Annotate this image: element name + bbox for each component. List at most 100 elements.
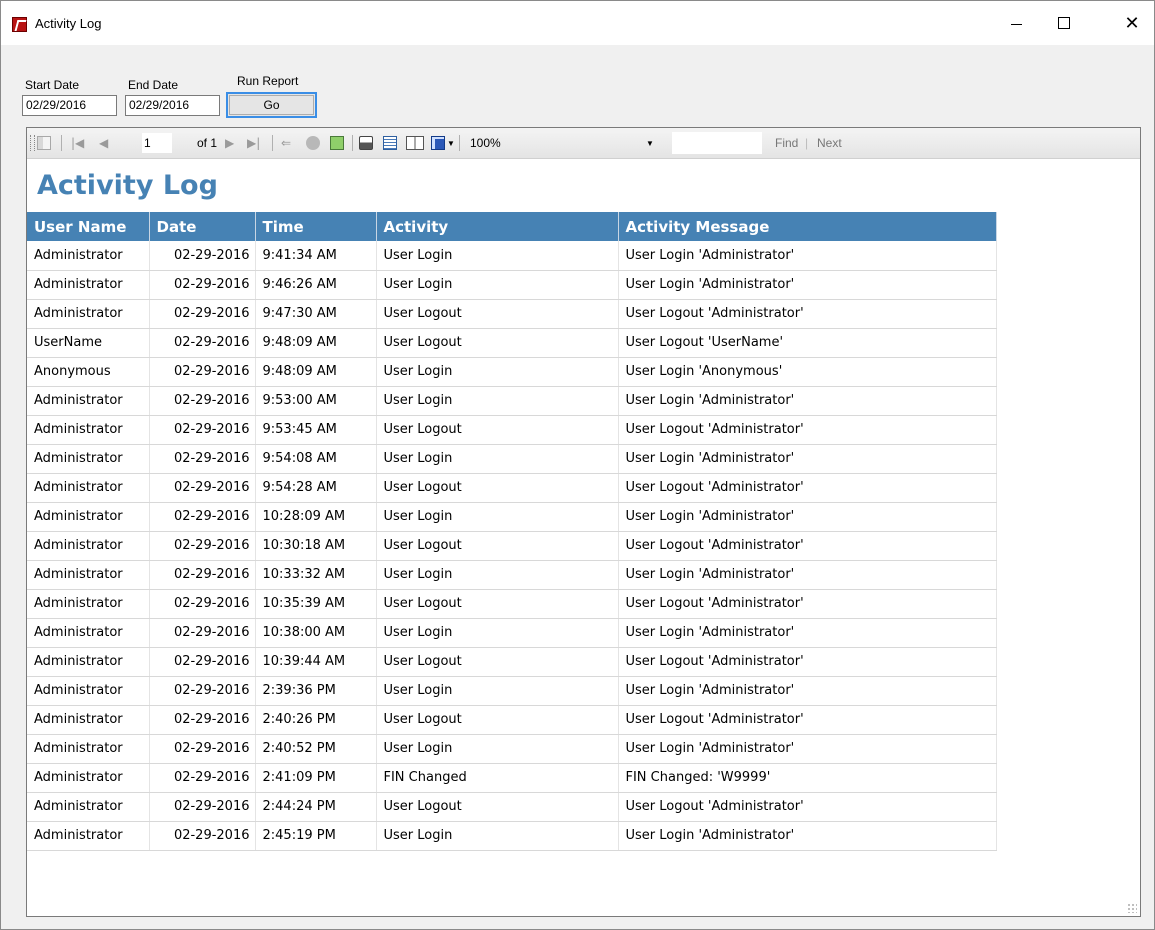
refresh-icon — [330, 136, 344, 150]
cell-time: 2:44:24 PM — [255, 792, 377, 822]
table-row: Administrator 02-29-2016 10:38:00 AM User L… — [27, 618, 997, 648]
back-button[interactable]: ⇐ — [281, 135, 291, 151]
last-page-button[interactable]: ▶| — [247, 135, 260, 151]
zoom-dropdown-button[interactable]: ▼ — [646, 135, 654, 151]
cell-date: 02-29-2016 — [149, 270, 256, 300]
end-date-input[interactable]: 02/29/2016 — [125, 95, 220, 116]
print-layout-icon — [383, 136, 397, 150]
window-title: Activity Log — [35, 16, 102, 31]
cell-user-name: Administrator — [27, 386, 150, 416]
find-separator: | — [805, 136, 809, 150]
cell-date: 02-29-2016 — [149, 502, 256, 532]
cell-user-name: Administrator — [27, 792, 150, 822]
cell-activity: User Logout — [376, 792, 619, 822]
cell-user-name: Administrator — [27, 415, 150, 445]
start-date-input[interactable]: 02/29/2016 — [22, 95, 117, 116]
cell-activity-message: FIN Changed: 'W9999' — [618, 763, 997, 793]
cell-activity: User Login — [376, 357, 619, 387]
print-layout-button[interactable] — [383, 135, 397, 151]
cell-date: 02-29-2016 — [149, 444, 256, 474]
cell-activity: FIN Changed — [376, 763, 619, 793]
toolbar-grip — [30, 135, 35, 151]
start-date-label: Start Date — [25, 78, 80, 92]
cell-activity-message: User Login 'Administrator' — [618, 270, 997, 300]
toolbar-separator — [272, 135, 273, 151]
title-bar[interactable]: Activity Log ✕ — [1, 1, 1154, 45]
cell-time: 10:30:18 AM — [255, 531, 377, 561]
current-page-input[interactable]: 1 — [142, 133, 172, 153]
table-row: Administrator 02-29-2016 9:54:08 AM User Lo… — [27, 444, 997, 474]
cell-activity: User Login — [376, 618, 619, 648]
minimize-button[interactable] — [993, 1, 1039, 45]
cell-time: 9:48:09 AM — [255, 328, 377, 358]
cell-date: 02-29-2016 — [149, 763, 256, 793]
table-row: Administrator 02-29-2016 9:53:00 AM User Lo… — [27, 386, 997, 416]
table-row: UserName 02-29-2016 9:48:09 AM User Logout U… — [27, 328, 997, 358]
refresh-button[interactable] — [330, 135, 344, 151]
cell-time: 2:40:26 PM — [255, 705, 377, 735]
find-link[interactable]: Find — [775, 135, 798, 151]
table-row: Administrator 02-29-2016 2:41:09 PM FIN Cha… — [27, 763, 997, 793]
table-header-row: User Name Date Time Activity Activity Me… — [27, 212, 997, 241]
export-dropdown-icon: ▼ — [447, 138, 455, 148]
next-page-button[interactable]: ▶ — [225, 135, 234, 151]
toolbar-separator — [459, 135, 460, 151]
close-button[interactable]: ✕ — [1109, 1, 1155, 45]
cell-activity: User Logout — [376, 705, 619, 735]
first-page-button[interactable]: |◀ — [71, 135, 84, 151]
cell-activity: User Login — [376, 821, 619, 851]
last-page-icon: ▶| — [247, 136, 261, 150]
print-icon — [359, 136, 373, 150]
cell-activity: User Logout — [376, 328, 619, 358]
cell-activity: User Login — [376, 386, 619, 416]
stop-icon — [306, 136, 320, 150]
table-row: Administrator 02-29-2016 10:35:39 AM User L… — [27, 589, 997, 619]
cell-activity-message: User Login 'Administrator' — [618, 734, 997, 764]
previous-page-button[interactable]: ◀ — [99, 135, 108, 151]
toolbar-separator — [352, 135, 353, 151]
activity-table: User Name Date Time Activity Activity Me… — [27, 212, 997, 851]
table-row: Administrator 02-29-2016 2:40:52 PM User Lo… — [27, 734, 997, 764]
cell-activity: User Logout — [376, 415, 619, 445]
cell-time: 9:54:08 AM — [255, 444, 377, 474]
app-icon — [12, 17, 27, 32]
save-icon — [431, 136, 445, 150]
column-header-user-name: User Name — [27, 212, 150, 241]
cell-time: 9:46:26 AM — [255, 270, 377, 300]
report-title: Activity Log — [37, 170, 218, 201]
column-header-activity: Activity — [376, 212, 619, 241]
find-text-input[interactable] — [672, 132, 762, 154]
cell-activity-message: User Logout 'Administrator' — [618, 647, 997, 677]
cell-user-name: Administrator — [27, 821, 150, 851]
cell-user-name: Administrator — [27, 560, 150, 590]
export-button[interactable]: ▼ — [431, 135, 455, 151]
cell-user-name: Administrator — [27, 502, 150, 532]
report-viewer[interactable]: |◀ ◀ 1 of 1 ▶ ▶| ⇐ ▼ 100% ▼ Find | Next … — [26, 127, 1141, 917]
table-body: Administrator 02-29-2016 9:41:34 AM User Lo… — [27, 241, 997, 851]
cell-activity-message: User Logout 'Administrator' — [618, 589, 997, 619]
document-map-button[interactable] — [37, 135, 51, 151]
zoom-select[interactable]: 100% — [470, 135, 501, 151]
page-setup-button[interactable] — [406, 135, 424, 151]
chevron-down-icon: ▼ — [646, 138, 654, 148]
next-page-icon: ▶ — [225, 136, 235, 150]
stop-button[interactable] — [306, 135, 320, 151]
table-row: Administrator 02-29-2016 10:39:44 AM User L… — [27, 647, 997, 677]
go-button[interactable]: Go — [226, 92, 317, 118]
cell-time: 9:47:30 AM — [255, 299, 377, 329]
print-button[interactable] — [359, 135, 373, 151]
maximize-button[interactable] — [1041, 1, 1087, 45]
first-page-icon: |◀ — [71, 136, 85, 150]
cell-time: 2:40:52 PM — [255, 734, 377, 764]
cell-user-name: Administrator — [27, 589, 150, 619]
cell-time: 9:53:00 AM — [255, 386, 377, 416]
page-count-label: of 1 — [197, 136, 218, 150]
cell-user-name: Administrator — [27, 241, 150, 271]
cell-activity: User Login — [376, 560, 619, 590]
cell-date: 02-29-2016 — [149, 357, 256, 387]
cell-activity-message: User Logout 'UserName' — [618, 328, 997, 358]
next-link[interactable]: Next — [817, 135, 842, 151]
cell-date: 02-29-2016 — [149, 473, 256, 503]
cell-date: 02-29-2016 — [149, 734, 256, 764]
resize-grip[interactable] — [1127, 903, 1137, 913]
